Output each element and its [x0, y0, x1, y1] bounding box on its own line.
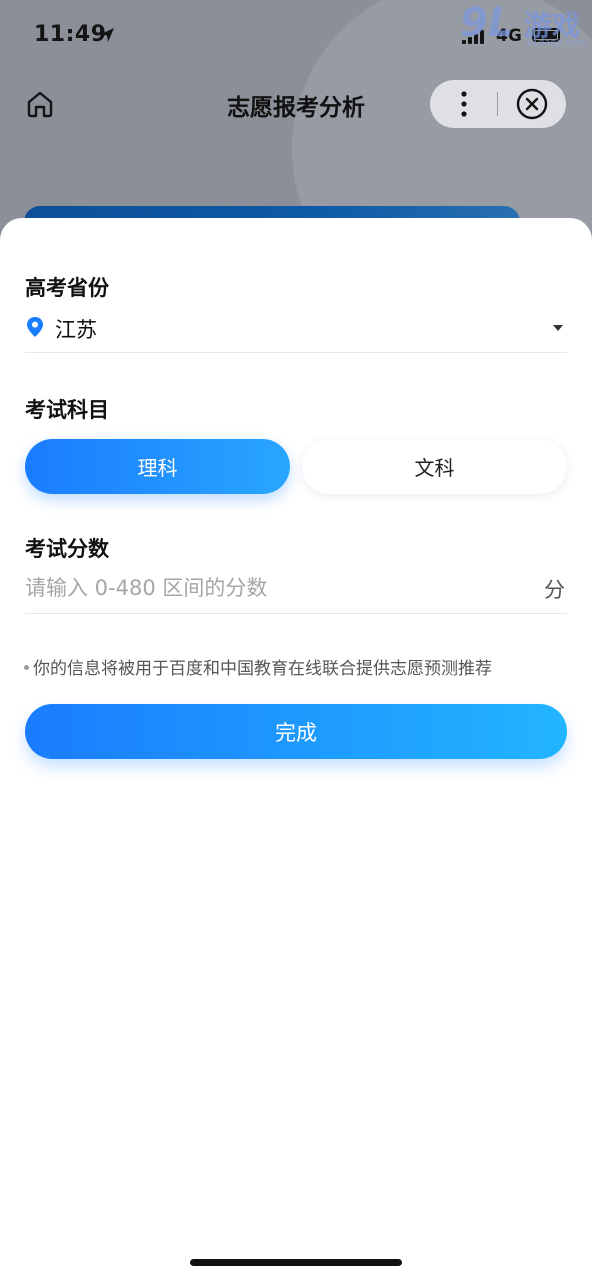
more-vertical-icon: [461, 91, 467, 117]
watermark-url: 91danji.com: [526, 38, 587, 48]
location-pin-icon: [27, 317, 43, 337]
score-field: 分: [25, 568, 567, 614]
score-label: 考试分数: [25, 537, 109, 561]
close-button[interactable]: [498, 80, 566, 128]
submit-button[interactable]: 完成: [25, 704, 567, 759]
province-value: 江苏: [55, 318, 97, 342]
page-title: 志愿报考分析: [227, 95, 365, 121]
watermark-number: 9L: [460, 0, 514, 46]
mini-program-capsule: [430, 80, 566, 128]
more-button[interactable]: [430, 80, 498, 128]
province-selector[interactable]: 江苏: [25, 308, 567, 353]
home-button[interactable]: [20, 84, 60, 124]
privacy-notice: 你的信息将被用于百度和中国教育在线联合提供志愿预测推荐: [24, 654, 492, 679]
province-label: 高考省份: [25, 276, 109, 300]
status-time: 11:49: [34, 22, 107, 47]
score-unit: 分: [544, 578, 565, 602]
subject-label: 考试科目: [25, 398, 109, 422]
score-form-sheet: 高考省份 江苏 考试科目 理科 文科 考试分数 分 你的信息将被用于百度和中国教…: [0, 218, 592, 1280]
location-arrow-icon: [100, 28, 114, 42]
subject-option-liberal-arts[interactable]: 文科: [302, 439, 567, 494]
close-circle-icon: [516, 88, 548, 120]
subject-option-science[interactable]: 理科: [25, 439, 290, 494]
home-icon: [27, 91, 53, 118]
bullet-dot: [24, 665, 29, 670]
dropdown-triangle-icon: [553, 325, 563, 331]
home-indicator: [190, 1259, 402, 1266]
watermark-logo: 9L 游戏 91danji.com: [456, 0, 592, 56]
privacy-notice-text: 你的信息将被用于百度和中国教育在线联合提供志愿预测推荐: [33, 659, 492, 679]
score-input[interactable]: [25, 568, 525, 608]
